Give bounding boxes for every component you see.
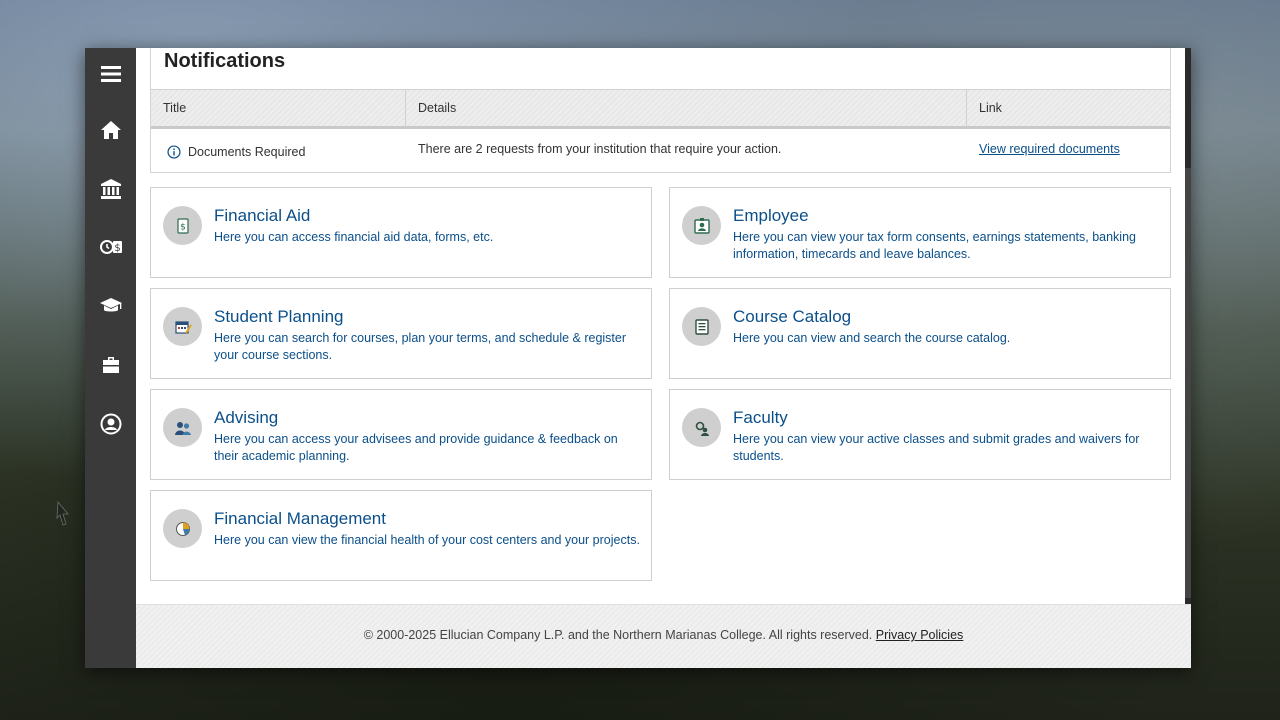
scrollbar[interactable] [1185,48,1191,668]
notifications-title: Notifications [164,50,286,72]
financial-management-icon [163,509,202,548]
card-title: Employee [733,206,809,225]
card-course-catalog[interactable]: Course Catalog Here you can view and sea… [669,288,1171,379]
money-icon: $ [99,240,122,254]
svg-text:$: $ [180,222,186,232]
sidebar: $ [85,48,136,668]
card-description: Here you can view and search the course … [733,331,1011,345]
financial-aid-icon: $ [163,206,202,245]
column-header-title: Title [151,90,406,127]
column-header-link: Link [979,101,1002,115]
card-description: Here you can view your active classes an… [733,432,1140,463]
card-title: Financial Management [214,509,386,528]
card-description: Here you can view the financial health o… [214,533,640,547]
notification-title: Documents Required [188,145,306,159]
card-title: Financial Aid [214,206,311,225]
card-employee[interactable]: Employee Here you can view your tax form… [669,187,1171,278]
menu-icon [100,66,121,82]
card-student-planning[interactable]: Student Planning Here you can search for… [150,288,652,379]
course-catalog-icon [682,307,721,346]
briefcase-icon [102,357,119,373]
table-row: Documents Required There are 2 requests … [151,132,1170,172]
scroll-thumb[interactable] [1185,168,1191,598]
card-title: Faculty [733,408,788,427]
content-area: Notifications Title Details Link Documen… [136,48,1185,604]
card-financial-management[interactable]: Financial Management Here you can view t… [150,490,652,581]
menu-button[interactable] [85,54,136,94]
sidebar-item-profile[interactable] [85,404,136,444]
view-required-documents-link[interactable]: View required documents [979,142,1120,156]
home-icon [100,121,121,139]
graduation-cap-icon [99,298,122,312]
bank-icon [100,179,121,199]
employee-icon [682,206,721,245]
app-window: $ Notifications Title Details Link Docum… [85,48,1191,668]
notifications-panel: Notifications Title Details Link Documen… [150,48,1171,173]
card-title: Student Planning [214,307,344,326]
notification-title-cell: Documents Required [167,132,305,172]
main-content: Notifications Title Details Link Documen… [136,48,1191,668]
card-description: Here you can search for courses, plan yo… [214,331,627,362]
card-advising[interactable]: Advising Here you can access your advise… [150,389,652,480]
mouse-cursor-icon [56,500,69,526]
card-description: Here you can view your tax form consents… [733,230,1136,261]
student-planning-icon [163,307,202,346]
sidebar-item-academics[interactable] [85,286,136,326]
notification-details: There are 2 requests from your instituti… [418,142,782,156]
card-title: Course Catalog [733,307,852,326]
card-title: Advising [214,408,279,427]
sidebar-item-employment[interactable] [85,345,136,385]
user-circle-icon [100,413,121,435]
card-description: Here you can access financial aid data, … [214,230,494,244]
advising-icon [163,408,202,447]
sidebar-item-home[interactable] [85,110,136,150]
copyright-text: © 2000-2025 Ellucian Company L.P. and th… [363,628,876,642]
card-description: Here you can access your advisees and pr… [214,432,618,463]
svg-text:$: $ [114,243,120,254]
column-header-details: Details [406,90,967,127]
card-faculty[interactable]: Faculty Here you can view your active cl… [669,389,1171,480]
info-icon [167,145,181,159]
sidebar-item-payments[interactable]: $ [85,227,136,267]
privacy-policies-link[interactable]: Privacy Policies [876,628,964,642]
faculty-icon [682,408,721,447]
footer: © 2000-2025 Ellucian Company L.P. and th… [136,604,1191,668]
sidebar-item-finance[interactable] [85,169,136,209]
card-financial-aid[interactable]: $ Financial Aid Here you can access fina… [150,187,652,278]
notifications-table-header: Title Details Link [151,89,1170,129]
